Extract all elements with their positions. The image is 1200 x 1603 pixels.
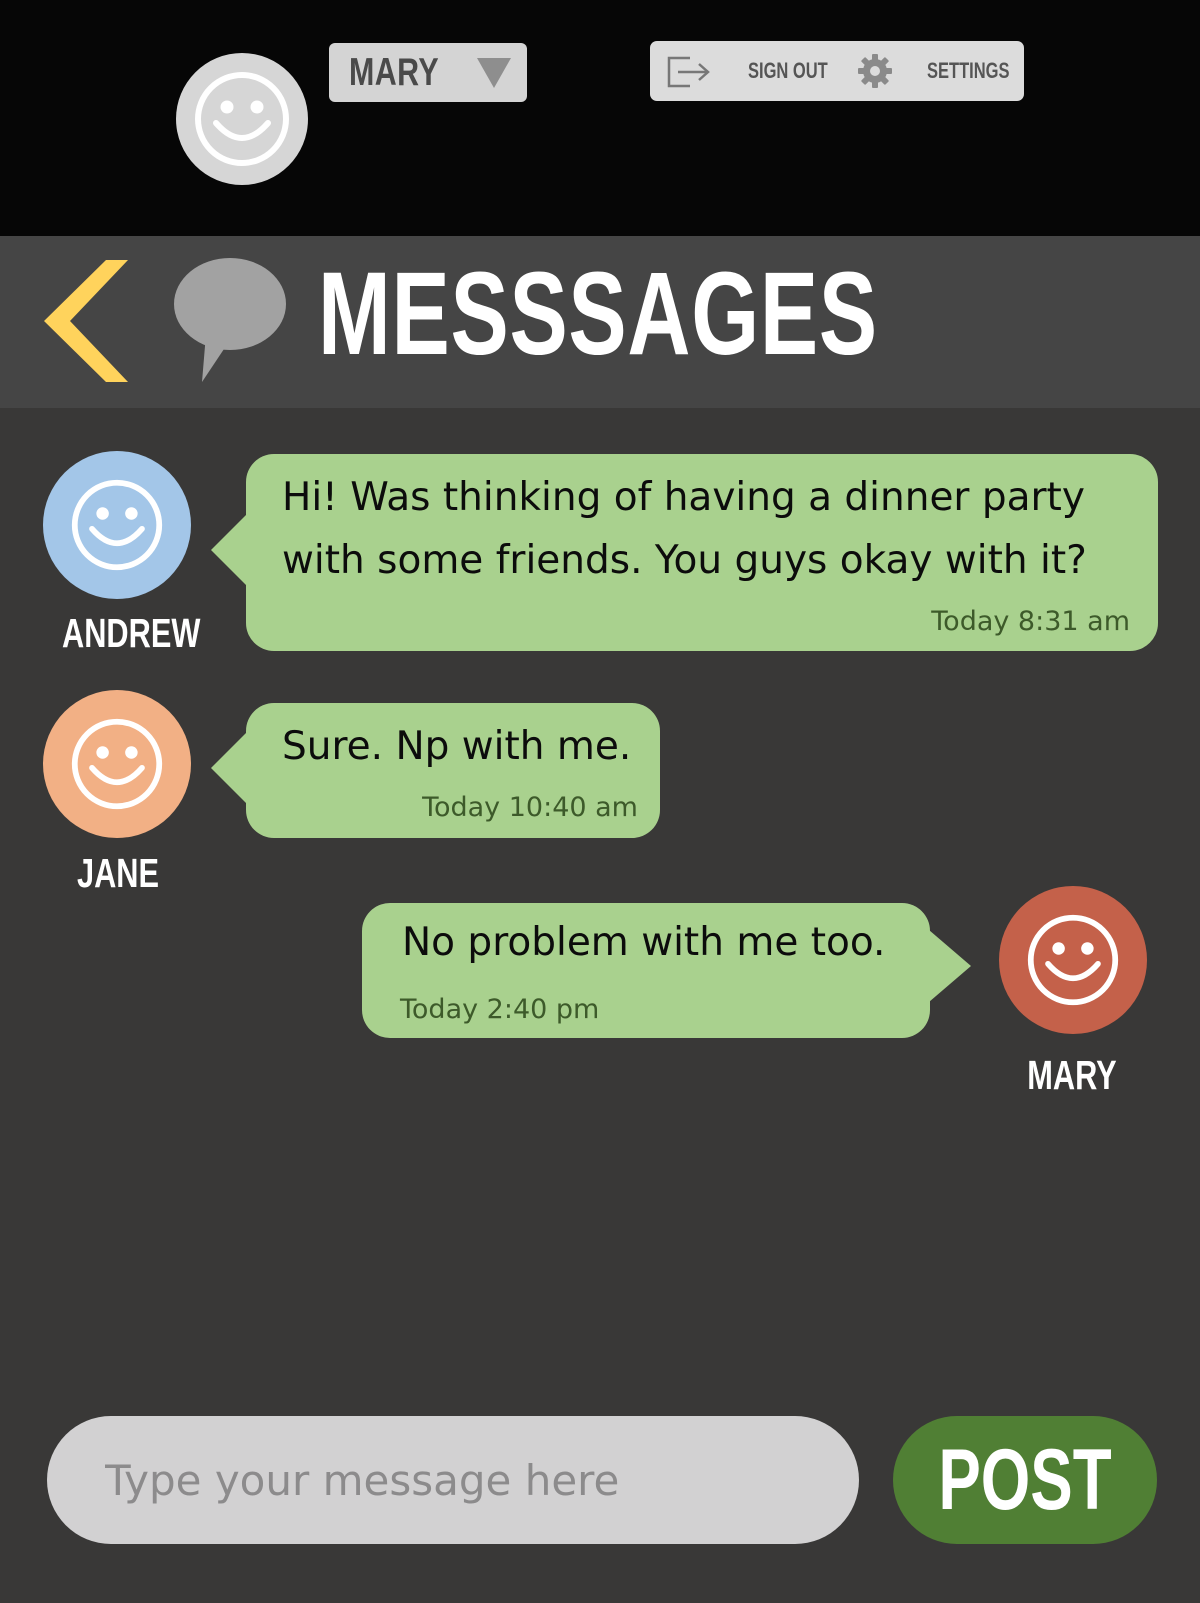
top-bar: MARY SIGN OUT SETTINGS bbox=[0, 0, 1200, 236]
user-switcher-dropdown[interactable]: MARY bbox=[329, 43, 527, 102]
gear-icon[interactable] bbox=[857, 53, 893, 89]
smiley-icon bbox=[71, 718, 163, 810]
message-bubble: Hi! Was thinking of having a dinner part… bbox=[246, 454, 1158, 651]
message-bubble: No problem with me too. Today 2:40 pm bbox=[362, 903, 930, 1038]
chevron-down-icon bbox=[477, 58, 511, 88]
avatar-jane[interactable] bbox=[43, 690, 191, 838]
sender-name: JANE bbox=[76, 850, 160, 896]
current-user-avatar[interactable] bbox=[176, 53, 308, 185]
account-bar: SIGN OUT SETTINGS bbox=[650, 41, 1024, 101]
bubble-tail bbox=[211, 514, 247, 586]
message-input[interactable] bbox=[47, 1416, 859, 1544]
post-button-label: POST bbox=[938, 1432, 1112, 1528]
message-bubble: Sure. Np with me. Today 10:40 am bbox=[246, 703, 660, 838]
current-user-name: MARY bbox=[349, 51, 440, 94]
back-chevron-icon[interactable] bbox=[44, 260, 128, 382]
avatar-mary[interactable] bbox=[999, 886, 1147, 1034]
settings-button[interactable]: SETTINGS bbox=[927, 58, 1010, 84]
smiley-icon bbox=[195, 72, 289, 166]
message-text: Sure. Np with me. bbox=[282, 724, 632, 769]
page-header: MESSSAGES bbox=[0, 236, 1200, 408]
smiley-icon bbox=[71, 479, 163, 571]
chat-bubble-icon bbox=[174, 258, 286, 382]
page-title: MESSSAGES bbox=[318, 248, 878, 380]
smiley-icon bbox=[1027, 914, 1119, 1006]
sign-out-button[interactable]: SIGN OUT bbox=[748, 58, 828, 84]
sign-out-icon[interactable] bbox=[666, 55, 712, 89]
avatar-andrew[interactable] bbox=[43, 451, 191, 599]
message-timestamp: Today 2:40 pm bbox=[400, 994, 600, 1025]
post-button[interactable]: POST bbox=[893, 1416, 1157, 1544]
bubble-tail bbox=[929, 930, 971, 1002]
sender-name: MARY bbox=[1027, 1052, 1117, 1098]
sender-name: ANDREW bbox=[62, 610, 201, 656]
bubble-tail bbox=[211, 732, 247, 804]
message-text: Hi! Was thinking of having a dinner part… bbox=[282, 475, 1087, 583]
message-timestamp: Today 10:40 am bbox=[422, 792, 638, 823]
message-timestamp: Today 8:31 am bbox=[931, 606, 1130, 637]
message-text: No problem with me too. bbox=[402, 920, 886, 965]
